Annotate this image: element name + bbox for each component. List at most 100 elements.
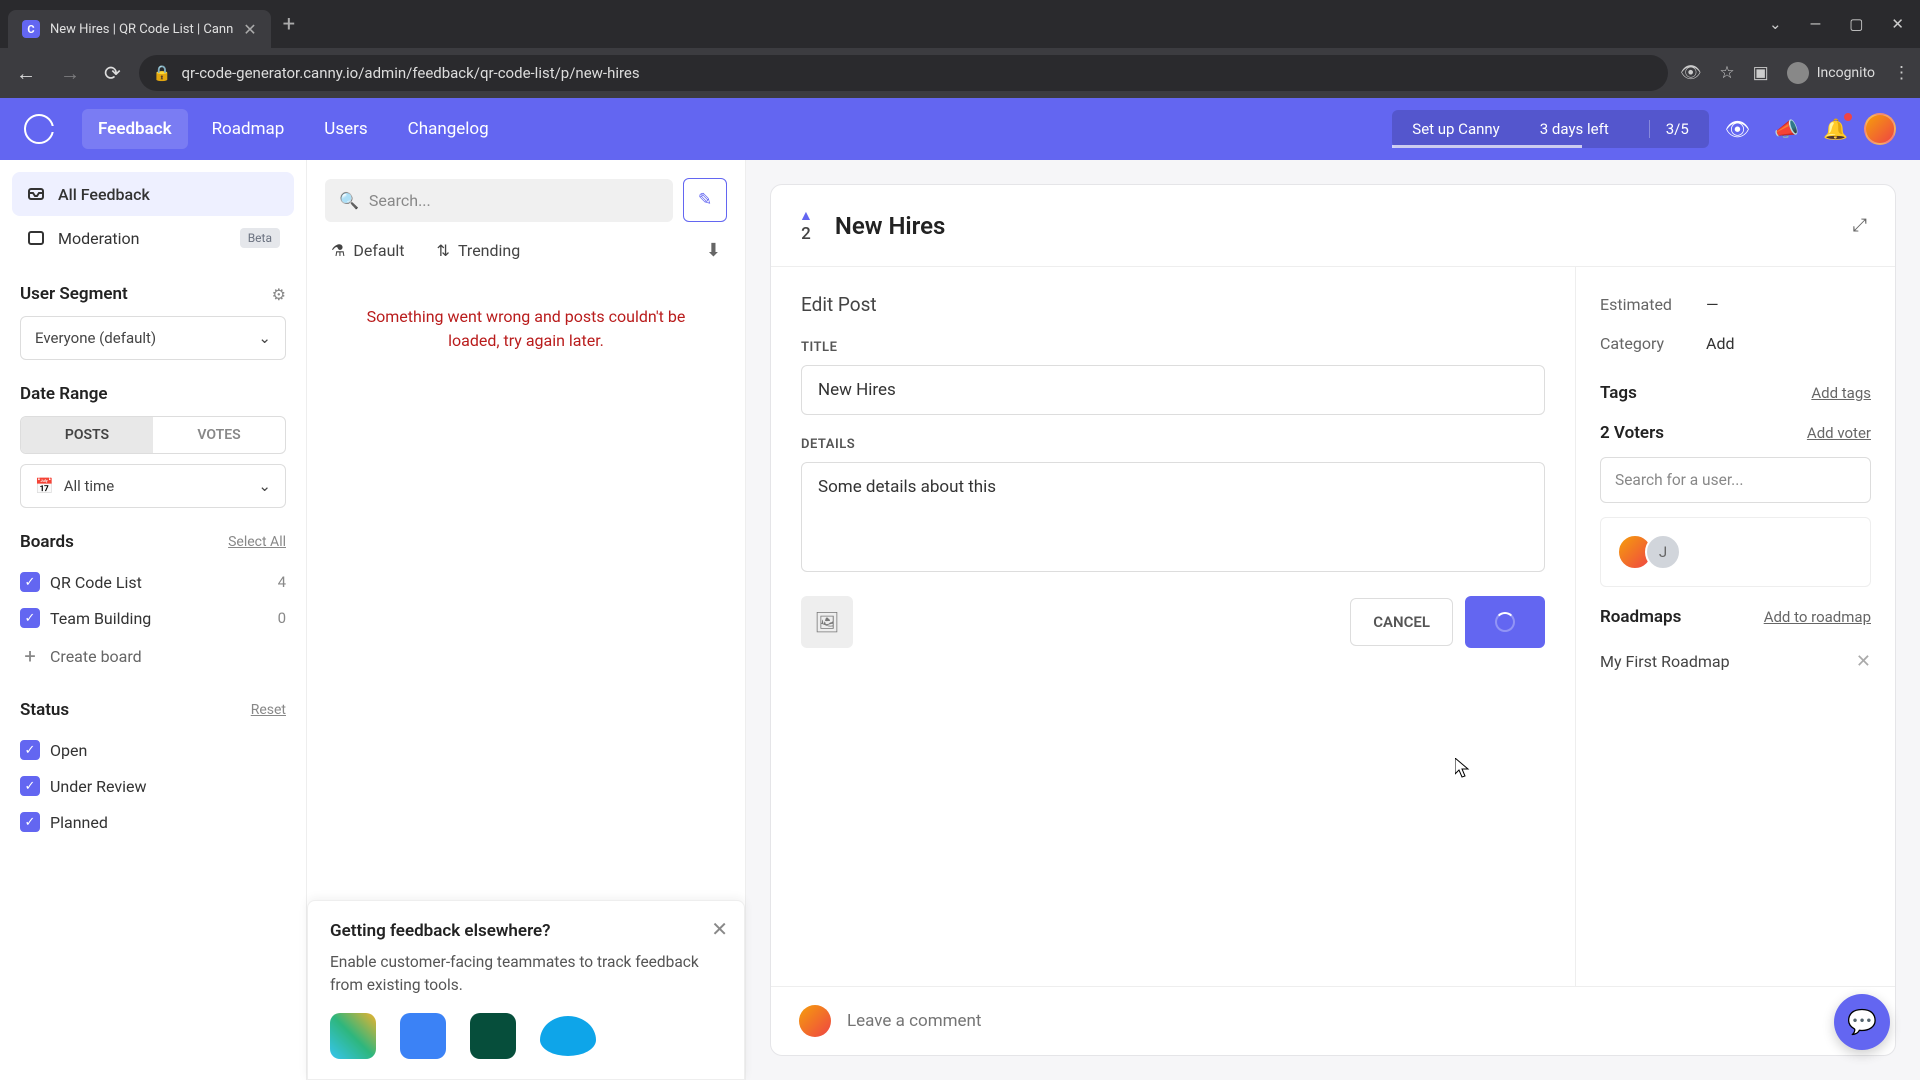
maximize-icon[interactable]: ▢ <box>1849 15 1863 33</box>
commenter-avatar <box>799 1005 831 1037</box>
gear-icon[interactable]: ⚙ <box>272 285 286 304</box>
window-controls: ⌄ — ▢ ✕ <box>1769 15 1912 33</box>
status-item[interactable]: ✓Planned <box>20 804 286 840</box>
boards-label: Boards <box>20 532 74 552</box>
logo[interactable] <box>24 114 54 144</box>
nav-roadmap[interactable]: Roadmap <box>196 109 301 149</box>
download-icon[interactable]: ⬇ <box>706 240 721 261</box>
browser-tab[interactable]: C New Hires | QR Code List | Cann ✕ <box>8 10 271 48</box>
votes-tab[interactable]: VOTES <box>153 417 285 453</box>
sort-trending[interactable]: ⇅Trending <box>437 241 521 260</box>
hide-cookies-icon[interactable]: 👁 <box>1680 63 1702 83</box>
plus-icon: + <box>20 646 40 666</box>
user-segment-label: User Segment <box>20 284 128 304</box>
reload-button[interactable]: ⟳ <box>98 55 127 91</box>
status-item[interactable]: ✓Open <box>20 732 286 768</box>
estimated-value: — <box>1706 295 1719 314</box>
bell-icon[interactable]: 🔔 <box>1815 109 1856 149</box>
attach-image-button[interactable]: 🖼 <box>801 596 853 648</box>
close-window-icon[interactable]: ✕ <box>1891 15 1904 33</box>
tags-label: Tags <box>1600 383 1637 403</box>
feedback-promo-card: ✕ Getting feedback elsewhere? Enable cus… <box>307 900 745 1080</box>
filter-icon: ⚗ <box>331 241 345 260</box>
roadmap-item[interactable]: My First Roadmap ✕ <box>1600 641 1871 682</box>
nav-changelog[interactable]: Changelog <box>392 109 505 149</box>
address-bar[interactable]: 🔒 qr-code-generator.canny.io/admin/feedb… <box>139 55 1668 91</box>
post-meta-sidebar: Estimated — Category Add Tags Add tags 2… <box>1575 267 1895 986</box>
eye-icon[interactable]: 👁 <box>1717 109 1758 149</box>
select-all-link[interactable]: Select All <box>228 534 286 550</box>
forward-button[interactable]: → <box>54 55 86 92</box>
time-range-select[interactable]: 📅All time ⌄ <box>20 464 286 508</box>
zendesk-logo[interactable] <box>470 1013 516 1059</box>
add-roadmap-link[interactable]: Add to roadmap <box>1764 608 1871 626</box>
posts-tab[interactable]: POSTS <box>21 417 153 453</box>
vote-button[interactable]: ▲ 2 <box>799 207 813 244</box>
comment-input[interactable] <box>847 1011 1867 1031</box>
checkbox-icon[interactable]: ✓ <box>20 740 40 760</box>
search-input[interactable]: 🔍 Search... <box>325 179 673 222</box>
announce-icon[interactable]: 📣 <box>1766 109 1807 149</box>
checkbox-icon[interactable]: ✓ <box>20 608 40 628</box>
voter-search-input[interactable]: Search for a user... <box>1600 457 1871 503</box>
chevron-down-icon: ⌄ <box>258 477 271 495</box>
checkbox-icon[interactable]: ✓ <box>20 812 40 832</box>
status-item[interactable]: ✓Under Review <box>20 768 286 804</box>
add-voter-link[interactable]: Add voter <box>1807 424 1871 442</box>
checkbox-icon[interactable]: ✓ <box>20 572 40 592</box>
incognito-icon <box>1787 62 1809 84</box>
create-board-button[interactable]: + Create board <box>20 636 286 676</box>
details-label: DETAILS <box>801 437 1545 452</box>
title-input[interactable] <box>801 365 1545 415</box>
error-message: Something went wrong and posts couldn't … <box>307 275 745 383</box>
new-tab-button[interactable]: + <box>283 12 295 37</box>
checkbox-icon[interactable]: ✓ <box>20 776 40 796</box>
chevron-down-icon[interactable]: ⌄ <box>1769 15 1782 33</box>
salesforce-logo[interactable] <box>540 1016 596 1056</box>
segment-select[interactable]: Everyone (default) ⌄ <box>20 316 286 360</box>
voter-list[interactable]: J <box>1600 517 1871 587</box>
slack-logo[interactable] <box>330 1013 376 1059</box>
edit-heading: Edit Post <box>801 293 1545 316</box>
sidebar-moderation[interactable]: Moderation Beta <box>12 216 294 260</box>
compose-button[interactable]: ✎ <box>683 178 727 222</box>
intercom-logo[interactable] <box>400 1013 446 1059</box>
setup-canny-button[interactable]: Set up Canny 3 days left 3/5 <box>1392 110 1709 148</box>
save-button[interactable] <box>1465 596 1545 648</box>
board-item[interactable]: ✓ QR Code List 4 <box>20 564 286 600</box>
filter-default[interactable]: ⚗Default <box>331 241 405 260</box>
inbox-icon <box>26 184 46 204</box>
cancel-button[interactable]: CANCEL <box>1350 598 1453 646</box>
nav-users[interactable]: Users <box>308 109 383 149</box>
panel-icon[interactable]: ▣ <box>1753 63 1769 83</box>
posts-column: 🔍 Search... ✎ ⚗Default ⇅Trending ⬇ Somet… <box>306 160 746 1080</box>
close-tab-icon[interactable]: ✕ <box>243 20 256 39</box>
board-item[interactable]: ✓ Team Building 0 <box>20 600 286 636</box>
chevron-down-icon: ⌄ <box>258 329 271 347</box>
chat-widget[interactable]: 💬 <box>1834 994 1890 1050</box>
promo-title: Getting feedback elsewhere? <box>330 921 722 941</box>
add-tags-link[interactable]: Add tags <box>1811 384 1871 402</box>
estimated-label: Estimated <box>1600 295 1688 314</box>
app-header: Feedback Roadmap Users Changelog Set up … <box>0 98 1920 160</box>
voter-avatar[interactable]: J <box>1645 534 1681 570</box>
category-add-link[interactable]: Add <box>1706 334 1734 353</box>
minimize-icon[interactable]: — <box>1810 15 1822 33</box>
voters-label: 2 Voters <box>1600 423 1664 443</box>
close-icon[interactable]: ✕ <box>711 917 728 941</box>
details-textarea[interactable] <box>801 462 1545 572</box>
sidebar-all-feedback[interactable]: All Feedback <box>12 172 294 216</box>
progress-bar <box>1392 145 1582 148</box>
calendar-icon: 📅 <box>35 477 54 495</box>
sort-icon: ⇅ <box>437 241 450 260</box>
incognito-badge[interactable]: Incognito <box>1787 62 1875 84</box>
expand-icon[interactable]: ⤢ <box>1853 215 1867 236</box>
detail-column: ▲ 2 New Hires ⤢ Edit Post TITLE DETAILS … <box>746 160 1920 1080</box>
user-avatar[interactable] <box>1864 113 1896 145</box>
menu-icon[interactable]: ⋮ <box>1893 63 1910 83</box>
remove-roadmap-icon[interactable]: ✕ <box>1856 651 1871 672</box>
back-button[interactable]: ← <box>10 55 42 92</box>
bookmark-icon[interactable]: ☆ <box>1719 63 1734 83</box>
nav-feedback[interactable]: Feedback <box>82 109 188 149</box>
reset-link[interactable]: Reset <box>251 702 286 718</box>
